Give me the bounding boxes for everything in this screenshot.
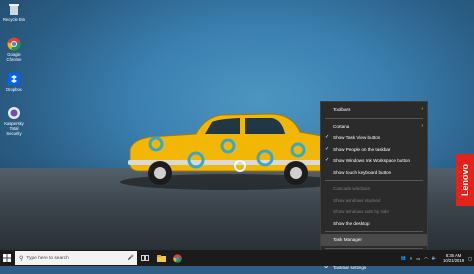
taskbar-clock[interactable]: 8:35 AM 10/21/2019 (443, 253, 464, 263)
recycle-bin-icon (7, 2, 21, 16)
menu-item-label: Cortana (333, 123, 350, 129)
menu-item-show-people[interactable]: ✓ Show People on the taskbar (321, 144, 427, 156)
menu-item-show-windows-stacked: Show windows stacked (321, 195, 427, 207)
menu-item-label: Cascade windows (333, 186, 371, 191)
menu-separator (325, 247, 423, 249)
menu-item-label: Show Windows Ink Workspace button (333, 158, 411, 163)
chevron-right-icon: › (421, 106, 423, 112)
clock-date: 10/21/2019 (443, 258, 465, 263)
dropbox-icon (7, 72, 21, 86)
menu-item-label: Show windows side by side (333, 209, 389, 214)
battery-icon[interactable]: ▭ (416, 256, 420, 261)
desktop-icon-dropbox[interactable]: Dropbox (2, 72, 26, 92)
menu-item-show-desktop[interactable]: Show the desktop (321, 218, 427, 230)
checkmark-icon: ✓ (325, 134, 330, 140)
folder-icon (156, 254, 166, 262)
menu-item-label: Task Manager (333, 237, 362, 242)
system-tray: 👥 ˄ ▭ ◠ 🔈 8:35 AM 10/21/2019 ▢ (399, 250, 472, 266)
desktop-icon-label: Dropbox (6, 87, 22, 92)
kaspersky-icon (7, 106, 21, 120)
menu-item-toolbars[interactable]: Toolbars › (321, 104, 427, 116)
windows-logo-icon (3, 254, 11, 262)
desktop-icon-chrome[interactable]: Google Chrome (2, 37, 26, 62)
menu-item-label: Toolbars (333, 107, 351, 112)
people-icon[interactable]: 👥 (401, 255, 406, 261)
menu-separator (325, 180, 423, 181)
desktop-icon-label: Recycle Bin (2, 17, 26, 22)
menu-item-cascade-windows: Cascade windows (321, 183, 427, 195)
task-view-button[interactable] (137, 250, 153, 266)
taskbar-search-box[interactable]: ⚲ Type here to search 🎤 (15, 251, 137, 265)
lenovo-logo: Lenovo (456, 154, 474, 206)
taskbar[interactable]: ⚲ Type here to search 🎤 👥 ˄ ▭ ◠ 🔈 8:35 A… (0, 250, 474, 266)
desktop-icon-label: Google Chrome (6, 52, 22, 62)
search-placeholder: Type here to search (26, 255, 69, 261)
chrome-icon (7, 37, 21, 51)
menu-separator (325, 231, 423, 232)
checkmark-icon: ✓ (325, 157, 330, 163)
menu-item-show-ink-workspace[interactable]: ✓ Show Windows Ink Workspace button (321, 155, 427, 167)
taskbar-chrome[interactable] (169, 250, 185, 266)
menu-item-show-task-view[interactable]: ✓ Show Task View button (321, 132, 427, 144)
chevron-right-icon: › (421, 122, 423, 129)
menu-separator (325, 117, 423, 119)
menu-item-label: Show People on the taskbar (333, 146, 391, 152)
volume-icon[interactable]: 🔈 (432, 255, 437, 261)
taskbar-context-menu: Toolbars › Cortana › ✓ Show Task View bu… (320, 101, 428, 270)
menu-item-label: Show Task View button (333, 135, 381, 140)
notifications-icon[interactable]: ▢ (468, 256, 472, 261)
checkmark-icon: ✓ (325, 145, 330, 152)
wifi-icon[interactable]: ◠ (424, 256, 428, 261)
search-icon: ⚲ (19, 255, 24, 262)
menu-item-label: Show windows stacked (333, 197, 381, 203)
desktop-icon-label: Kaspersky Total Security (4, 121, 24, 136)
chevron-up-icon[interactable]: ˄ (410, 256, 412, 261)
chrome-icon (172, 253, 182, 263)
start-button[interactable] (0, 250, 14, 266)
microphone-icon[interactable]: 🎤 (128, 255, 134, 261)
menu-item-label: Show touch keyboard button (333, 169, 392, 175)
taskbar-file-explorer[interactable] (153, 250, 169, 266)
menu-item-task-manager[interactable]: Task Manager (321, 234, 427, 246)
menu-item-label: Show the desktop (333, 220, 370, 226)
desktop-icon-kaspersky[interactable]: Kaspersky Total Security (2, 106, 26, 136)
task-view-icon (141, 255, 149, 261)
menu-item-cortana[interactable]: Cortana › (321, 121, 427, 133)
menu-item-show-side-by-side: Show windows side by side (321, 206, 427, 218)
menu-item-show-touch-keyboard[interactable]: Show touch keyboard button (321, 167, 427, 179)
desktop-icon-recycle-bin[interactable]: Recycle Bin (2, 2, 26, 22)
